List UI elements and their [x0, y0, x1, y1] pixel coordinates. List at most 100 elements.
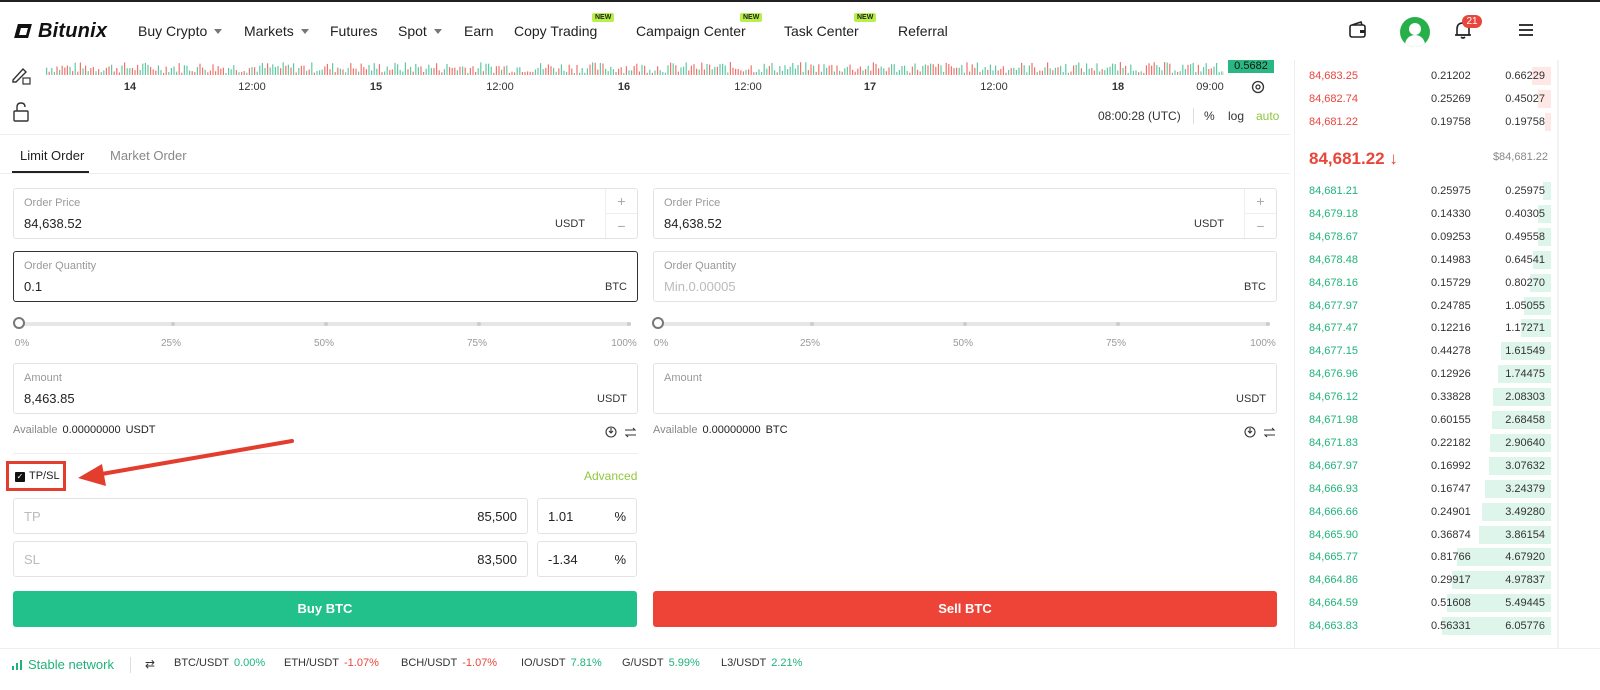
orderbook-row[interactable]: 84,664.59 0.51608 5.49445: [1295, 592, 1551, 614]
sell-order-price-value[interactable]: 84,638.52: [664, 216, 722, 231]
stop-loss-value[interactable]: 83,500: [477, 552, 517, 567]
sell-order-quantity-input[interactable]: Min.0.00005: [664, 279, 736, 294]
menu-icon[interactable]: [1516, 20, 1536, 40]
orderbook-row[interactable]: 84,678.67 0.09253 0.49558: [1295, 226, 1551, 248]
wallet-icon[interactable]: [1348, 20, 1368, 40]
sell-order-quantity-field[interactable]: Order Quantity Min.0.00005 BTC: [653, 251, 1277, 302]
ticker-swap-icon[interactable]: ⇄: [145, 657, 155, 671]
orderbook-row[interactable]: 84,681.21 0.25975 0.25975: [1295, 180, 1551, 202]
buy-percent-option[interactable]: 75%: [467, 338, 487, 349]
sell-slider-handle[interactable]: [652, 317, 664, 329]
tpsl-checkbox[interactable]: ✓: [15, 472, 25, 482]
take-profit-percent-field[interactable]: 1.01 %: [537, 498, 637, 534]
sell-percent-option[interactable]: 75%: [1106, 338, 1126, 349]
sell-percent-option[interactable]: 50%: [953, 338, 973, 349]
pencil-lock-icon[interactable]: [10, 64, 32, 86]
nav-copy-trading[interactable]: Copy Trading NEW: [514, 13, 615, 39]
orderbook-row[interactable]: 84,683.25 0.21202 0.66229: [1295, 65, 1551, 87]
buy-price-increment-button[interactable]: +: [606, 189, 637, 214]
sell-quantity-slider[interactable]: [652, 317, 1270, 329]
advanced-link[interactable]: Advanced: [584, 469, 637, 483]
nav-referral[interactable]: Referral: [898, 23, 948, 39]
buy-amount-value[interactable]: 8,463.85: [24, 391, 75, 406]
orderbook-row[interactable]: 84,665.77 0.81766 4.67920: [1295, 546, 1551, 568]
buy-order-quantity-value[interactable]: 0.1: [24, 279, 42, 294]
nav-markets[interactable]: Markets: [244, 23, 309, 39]
orderbook-row[interactable]: 84,664.86 0.29917 4.97837: [1295, 569, 1551, 591]
buy-quantity-slider[interactable]: [13, 317, 631, 329]
nav-spot[interactable]: Spot: [398, 23, 442, 39]
take-profit-field[interactable]: TP 85,500: [13, 498, 528, 534]
orderbook-row[interactable]: 84,678.48 0.14983 0.64541: [1295, 249, 1551, 271]
stop-loss-field[interactable]: SL 83,500: [13, 541, 528, 577]
buy-deposit-icon[interactable]: [605, 426, 617, 438]
ticker-item[interactable]: BTC/USDT 0.00%: [174, 657, 265, 669]
nav-futures[interactable]: Futures: [330, 23, 377, 39]
orderbook-row[interactable]: 84,682.74 0.25269 0.45027: [1295, 88, 1551, 110]
sell-percent-option[interactable]: 0%: [654, 338, 668, 349]
ticker-item[interactable]: ETH/USDT -1.07%: [284, 657, 379, 669]
buy-transfer-icon[interactable]: [624, 427, 637, 438]
orderbook-qty: 0.22182: [1431, 436, 1471, 449]
orderbook-row[interactable]: 84,681.22 0.19758 0.19758: [1295, 111, 1551, 133]
orderbook-row[interactable]: 84,676.12 0.33828 2.08303: [1295, 386, 1551, 408]
ticker-item[interactable]: G/USDT 5.99%: [622, 657, 700, 669]
sell-transfer-icon[interactable]: [1263, 427, 1276, 438]
sell-percent-option[interactable]: 100%: [1250, 338, 1276, 349]
buy-percent-option[interactable]: 50%: [314, 338, 334, 349]
orderbook-row[interactable]: 84,671.98 0.60155 2.68458: [1295, 409, 1551, 431]
nav-campaign-center[interactable]: Campaign Center NEW: [636, 13, 763, 39]
buy-percent-option[interactable]: 100%: [611, 338, 637, 349]
take-profit-percent-value[interactable]: 1.01: [548, 509, 573, 524]
percent-scale-toggle[interactable]: %: [1204, 109, 1215, 123]
orderbook-row[interactable]: 84,666.66 0.24901 3.49280: [1295, 501, 1551, 523]
orderbook-row[interactable]: 84,671.83 0.22182 2.90640: [1295, 432, 1551, 454]
orderbook-row[interactable]: 84,665.90 0.36874 3.86154: [1295, 524, 1551, 546]
auto-scale-toggle[interactable]: auto: [1256, 109, 1279, 123]
sell-price-increment-button[interactable]: +: [1245, 189, 1276, 214]
take-profit-value[interactable]: 85,500: [477, 509, 517, 524]
orderbook-row[interactable]: 84,679.18 0.14330 0.40305: [1295, 203, 1551, 225]
stop-loss-percent-value[interactable]: -1.34: [548, 552, 578, 567]
orderbook-row[interactable]: 84,677.15 0.44278 1.61549: [1295, 340, 1551, 362]
orderbook-scrollbar[interactable]: [1557, 60, 1559, 648]
orderbook-row[interactable]: 84,676.96 0.12926 1.74475: [1295, 363, 1551, 385]
orderbook-row[interactable]: 84,677.47 0.12216 1.17271: [1295, 317, 1551, 339]
buy-price-decrement-button[interactable]: −: [606, 214, 637, 239]
buy-slider-handle[interactable]: [13, 317, 25, 329]
ticker-item[interactable]: BCH/USDT -1.07%: [401, 657, 497, 669]
buy-percent-option[interactable]: 25%: [161, 338, 181, 349]
orderbook-row[interactable]: 84,666.93 0.16747 3.24379: [1295, 478, 1551, 500]
buy-amount-field[interactable]: Amount 8,463.85 USDT: [13, 363, 638, 414]
sell-order-price-field[interactable]: Order Price 84,638.52 USDT + −: [653, 188, 1277, 239]
bitunix-logo[interactable]: Bitunix: [14, 20, 107, 42]
sell-btc-button[interactable]: Sell BTC: [653, 591, 1277, 627]
nav-task-center[interactable]: Task Center NEW: [784, 13, 877, 39]
tpsl-label[interactable]: TP/SL: [29, 470, 60, 482]
sell-price-decrement-button[interactable]: −: [1245, 214, 1276, 239]
log-scale-toggle[interactable]: log: [1228, 109, 1244, 123]
tab-market-order[interactable]: Market Order: [110, 148, 187, 163]
buy-percent-option[interactable]: 0%: [15, 338, 29, 349]
sell-deposit-icon[interactable]: [1244, 426, 1256, 438]
nav-buy-crypto[interactable]: Buy Crypto: [138, 23, 223, 39]
sell-amount-field[interactable]: Amount USDT: [653, 363, 1277, 414]
orderbook-row[interactable]: 84,677.97 0.24785 1.05055: [1295, 295, 1551, 317]
sell-percent-option[interactable]: 25%: [800, 338, 820, 349]
chart-settings-icon[interactable]: [1251, 80, 1265, 94]
unlock-icon[interactable]: [10, 101, 32, 123]
nav-earn[interactable]: Earn: [464, 23, 494, 39]
stop-loss-percent-field[interactable]: -1.34 %: [537, 541, 637, 577]
ticker-item[interactable]: L3/USDT 2.21%: [721, 657, 802, 669]
tab-limit-order[interactable]: Limit Order: [20, 148, 84, 163]
buy-order-quantity-field[interactable]: Order Quantity 0.1 BTC: [13, 251, 638, 302]
buy-order-price-value[interactable]: 84,638.52: [24, 216, 82, 231]
price-chart[interactable]: 0.5682 14 12:00 15 12:00 16 12:00 17 12:00 18 09:…: [44, 60, 1284, 96]
buy-order-price-field[interactable]: Order Price 84,638.52 USDT + −: [13, 188, 638, 239]
buy-btc-button[interactable]: Buy BTC: [13, 591, 637, 627]
user-avatar[interactable]: [1400, 17, 1430, 47]
orderbook-row[interactable]: 84,678.16 0.15729 0.80270: [1295, 272, 1551, 294]
orderbook-row[interactable]: 84,663.83 0.56331 6.05776: [1295, 615, 1551, 637]
orderbook-row[interactable]: 84,667.97 0.16992 3.07632: [1295, 455, 1551, 477]
ticker-item[interactable]: IO/USDT 7.81%: [521, 657, 602, 669]
